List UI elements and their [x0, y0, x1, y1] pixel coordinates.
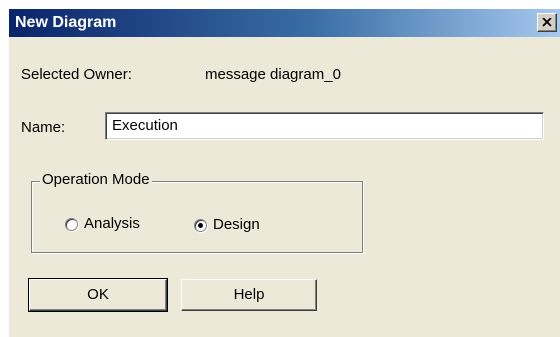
new-diagram-dialog: New Diagram Selected Owner: message diag…: [8, 8, 560, 337]
analysis-radio[interactable]: [65, 218, 78, 231]
title-bar[interactable]: New Diagram: [9, 9, 560, 37]
analysis-radio-label[interactable]: Analysis: [84, 215, 140, 233]
help-button[interactable]: Help: [181, 279, 317, 311]
close-icon: [542, 18, 552, 27]
name-input[interactable]: Execution: [105, 112, 544, 140]
ok-button[interactable]: OK: [28, 278, 168, 312]
design-radio-label[interactable]: Design: [213, 216, 260, 234]
selected-owner-value: message diagram_0: [205, 66, 341, 83]
operation-mode-group: Operation Mode Analysis Design: [31, 171, 363, 253]
window-title: New Diagram: [15, 14, 117, 31]
design-radio[interactable]: [194, 219, 207, 232]
close-button[interactable]: [537, 13, 557, 32]
name-label: Name:: [21, 119, 66, 136]
design-radio-selected-dot: [198, 223, 203, 228]
operation-mode-legend: Operation Mode: [40, 171, 152, 189]
selected-owner-label: Selected Owner:: [21, 66, 132, 83]
